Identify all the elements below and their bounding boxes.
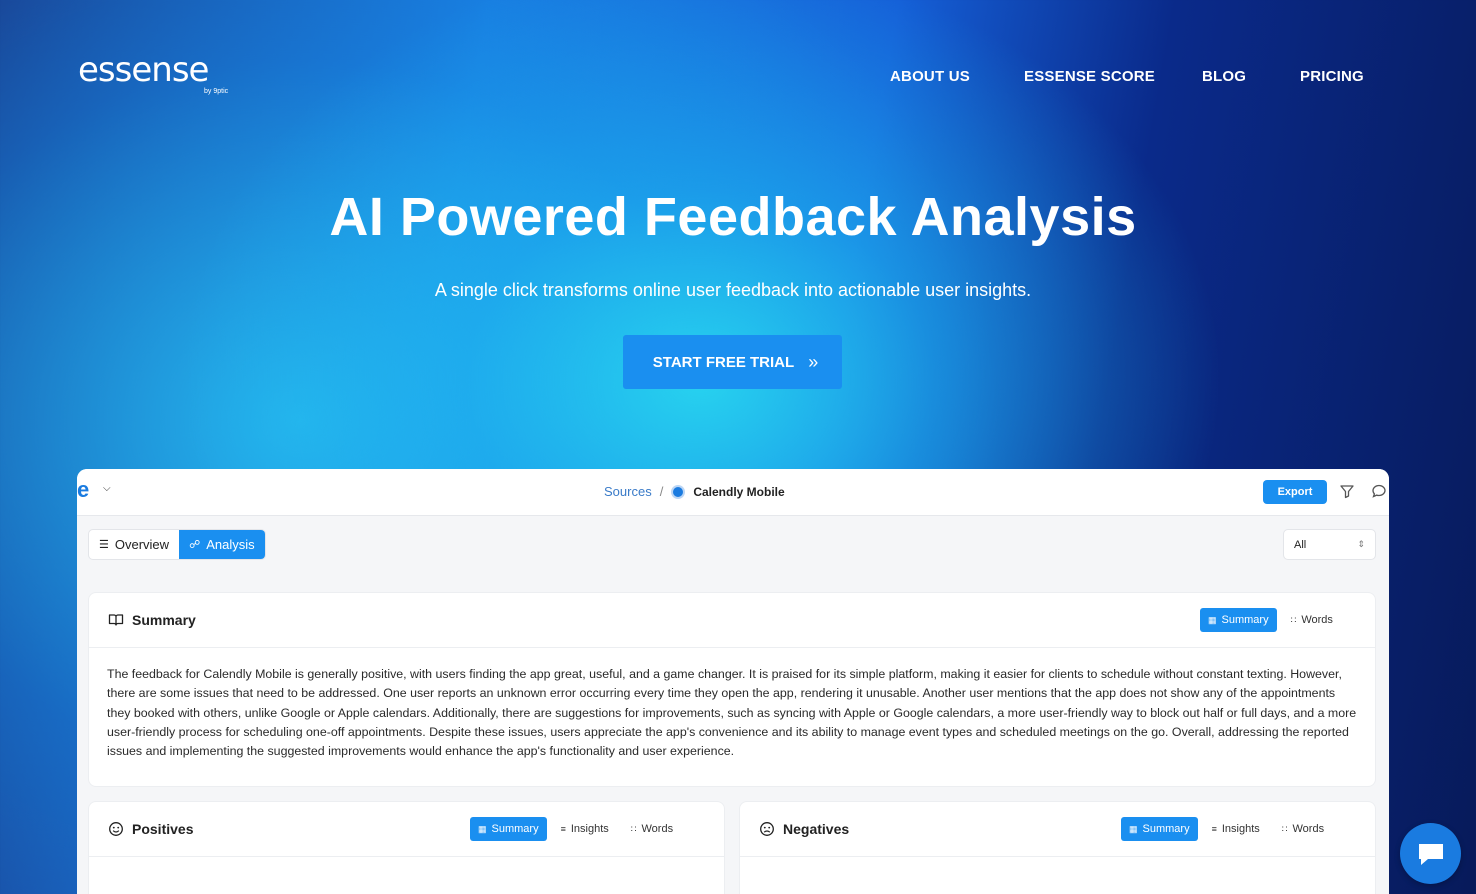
negatives-tabs: ▦ Summary ≡ Insights ∷ Words <box>1121 817 1332 841</box>
filter-select-value: All <box>1294 538 1307 551</box>
positives-tab-summary-label: Summary <box>491 823 539 835</box>
nav-pricing[interactable]: PRICING <box>1300 68 1364 85</box>
positives-tab-insights[interactable]: ≡ Insights <box>553 817 617 841</box>
summary-tab-words[interactable]: ∷ Words <box>1283 608 1341 632</box>
brand-byline: by 9ptic <box>204 88 229 95</box>
tab-overview-label: Overview <box>114 537 170 552</box>
summary-title-text: Summary <box>132 612 196 628</box>
site-header: essense by 9ptic ABOUT US ESSENSE SCORE … <box>0 0 1476 150</box>
summary-card: Summary ▦ Summary ∷ Words The feedback f… <box>88 592 1376 787</box>
positives-title-text: Positives <box>132 821 194 837</box>
negatives-tab-words-label: Words <box>1292 823 1325 835</box>
negatives-card: Negatives ▦ Summary ≡ Insights ∷ Words <box>739 801 1376 894</box>
source-icon <box>671 484 686 499</box>
negatives-tab-insights[interactable]: ≡ Insights <box>1204 817 1268 841</box>
summary-tab-summary-label: Summary <box>1221 614 1269 626</box>
negatives-tab-words[interactable]: ∷ Words <box>1274 817 1332 841</box>
brand-wordmark: essense <box>78 50 209 90</box>
positives-tabs: ▦ Summary ≡ Insights ∷ Words <box>470 817 681 841</box>
brand-logo[interactable]: essense by 9ptic <box>78 50 228 95</box>
cta-label: START FREE TRIAL <box>652 353 795 371</box>
up-down-chevron-icon: ⇕ <box>1357 539 1365 549</box>
start-free-trial-button[interactable]: START FREE TRIAL » <box>623 335 842 389</box>
words-icon: ∷ <box>1290 614 1297 625</box>
hero-title: AI Powered Feedback Analysis <box>329 187 1137 247</box>
summary-title: Summary <box>108 612 196 628</box>
chat-bubble-icon <box>1418 843 1443 865</box>
tab-overview[interactable]: ☰ Overview <box>89 530 179 559</box>
negatives-tab-insights-label: Insights <box>1221 823 1260 835</box>
list-icon: ≡ <box>560 824 566 834</box>
smile-icon <box>109 822 123 836</box>
app-logo-icon[interactable]: e <box>77 479 97 501</box>
positives-tab-insights-label: Insights <box>570 823 609 835</box>
summary-card-header: Summary ▦ Summary ∷ Words <box>89 593 1375 648</box>
words-icon: ∷ <box>630 823 637 834</box>
tab-analysis[interactable]: ☍ Analysis <box>179 530 265 559</box>
breadcrumb-sources[interactable]: Sources <box>604 484 652 499</box>
chevron-down-icon[interactable]: ⌵ <box>103 483 111 494</box>
summary-body: The feedback for Calendly Mobile is gene… <box>107 667 1357 759</box>
double-chevron-right-icon: » <box>808 351 818 372</box>
comment-icon[interactable] <box>1371 483 1387 499</box>
analysis-icon: ☍ <box>189 539 201 551</box>
view-switcher: ☰ Overview ☍ Analysis <box>88 529 266 560</box>
app-topbar: e ⌵ Sources / Calendly Mobile Export <box>77 469 1389 516</box>
positives-tab-summary[interactable]: ▦ Summary <box>470 817 547 841</box>
filter-select[interactable]: All ⇕ <box>1283 529 1376 560</box>
positives-tab-words[interactable]: ∷ Words <box>623 817 681 841</box>
negatives-card-header: Negatives ▦ Summary ≡ Insights ∷ Words <box>740 802 1375 857</box>
positives-title: Positives <box>108 821 193 837</box>
negatives-tab-summary-label: Summary <box>1142 823 1190 835</box>
document-icon: ▦ <box>478 823 487 834</box>
chat-launcher-button[interactable] <box>1400 823 1461 884</box>
nav-blog[interactable]: BLOG <box>1202 68 1246 85</box>
nav-about-us[interactable]: ABOUT US <box>890 68 970 85</box>
negatives-title: Negatives <box>759 821 849 837</box>
positives-card: Positives ▦ Summary ≡ Insights ∷ Words <box>88 801 725 894</box>
book-icon <box>108 614 124 626</box>
app-preview: e ⌵ Sources / Calendly Mobile Export ☰ O… <box>77 469 1389 894</box>
filter-icon[interactable] <box>1339 483 1355 499</box>
frown-icon <box>760 822 774 836</box>
negatives-title-text: Negatives <box>783 821 850 837</box>
positives-card-header: Positives ▦ Summary ≡ Insights ∷ Words <box>89 802 724 857</box>
breadcrumb: Sources / Calendly Mobile <box>604 484 785 499</box>
breadcrumb-current: Calendly Mobile <box>693 484 785 499</box>
negatives-tab-summary[interactable]: ▦ Summary <box>1121 817 1198 841</box>
document-icon: ▦ <box>1208 614 1217 625</box>
tab-analysis-label: Analysis <box>206 537 255 552</box>
summary-tab-summary[interactable]: ▦ Summary <box>1200 608 1277 632</box>
words-icon: ∷ <box>1281 823 1288 834</box>
positives-tab-words-label: Words <box>641 823 674 835</box>
hero-subtitle: A single click transforms online user fe… <box>434 280 1032 300</box>
summary-tabs: ▦ Summary ∷ Words <box>1200 608 1341 632</box>
export-button[interactable]: Export <box>1263 480 1327 504</box>
summary-tab-words-label: Words <box>1301 614 1333 626</box>
breadcrumb-separator: / <box>659 484 664 499</box>
list-icon: ≡ <box>1211 824 1217 834</box>
overview-icon: ☰ <box>99 539 109 551</box>
nav-essense-score[interactable]: ESSENSE SCORE <box>1024 68 1155 85</box>
document-icon: ▦ <box>1129 823 1138 834</box>
